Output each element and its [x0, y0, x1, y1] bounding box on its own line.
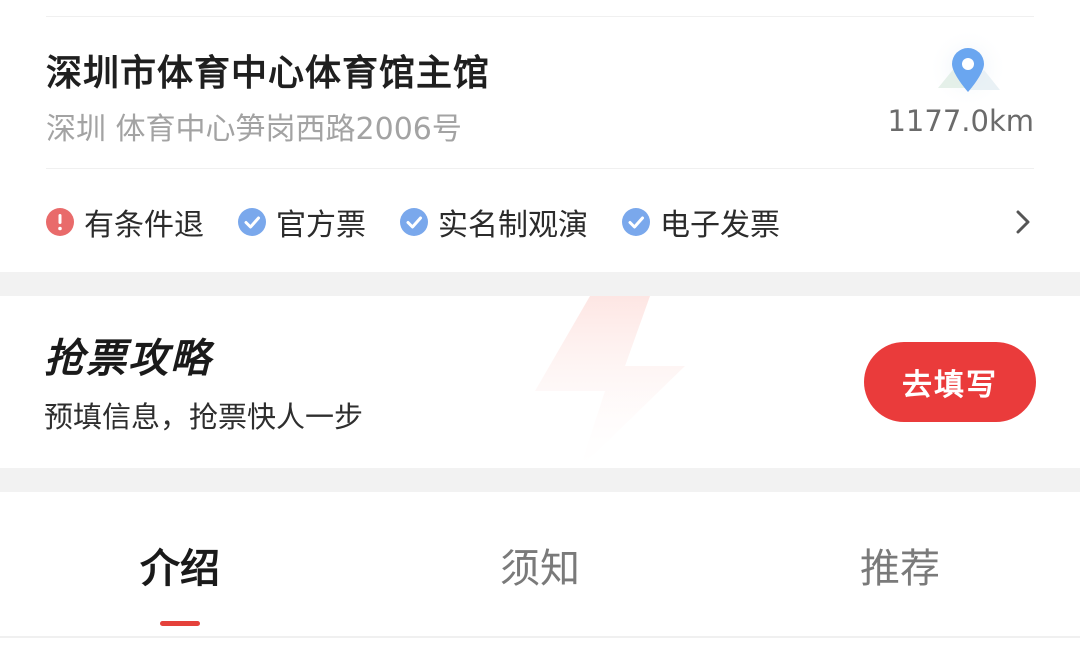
banner-subtitle: 预填信息，抢票快人一步 — [44, 400, 364, 434]
tag-real-name: 实名制观演 — [400, 200, 588, 244]
section-gap — [0, 468, 1080, 492]
tag-label: 官方票 — [276, 208, 366, 243]
chevron-right-icon[interactable] — [1012, 206, 1036, 238]
tag-label: 有条件退 — [84, 208, 204, 243]
venue-address: 深圳 体育中心笋岗西路2006号 — [46, 112, 462, 147]
tab-recommend[interactable]: 推荐 — [800, 536, 1000, 594]
fill-in-button[interactable]: 去填写 — [864, 342, 1036, 422]
tag-label: 电子发票 — [660, 208, 780, 243]
detail-tabs: 介绍 须知 推荐 — [0, 492, 1080, 636]
tab-intro[interactable]: 介绍 — [80, 536, 280, 594]
venue-name: 深圳市体育中心体育馆主馆 — [46, 53, 491, 94]
tag-label: 实名制观演 — [438, 208, 588, 243]
venue-section[interactable]: 深圳市体育中心体育馆主馆 深圳 体育中心笋岗西路2006号 1177.0km 有… — [0, 0, 1080, 272]
ticket-strategy-banner: 抢票攻略 预填信息，抢票快人一步 去填写 — [0, 296, 1080, 468]
check-icon — [622, 208, 650, 236]
banner-title: 抢票攻略 — [44, 336, 212, 382]
exclamation-icon — [46, 208, 74, 236]
section-gap — [0, 272, 1080, 296]
divider — [0, 636, 1080, 638]
check-icon — [238, 208, 266, 236]
lightning-bolt-icon — [535, 296, 685, 468]
active-tab-indicator — [160, 621, 200, 626]
map-pin-icon[interactable] — [926, 26, 1010, 110]
service-tags[interactable]: 有条件退 官方票 实名制观演 电子发票 — [46, 198, 814, 246]
tab-notice[interactable]: 须知 — [440, 536, 640, 594]
divider — [46, 16, 1034, 17]
check-icon — [400, 208, 428, 236]
distance-label: 1177.0km — [887, 104, 1034, 138]
tag-conditional-refund: 有条件退 — [46, 200, 204, 244]
tag-e-invoice: 电子发票 — [622, 200, 780, 244]
divider — [46, 168, 1034, 169]
ticket-detail-page: 深圳市体育中心体育馆主馆 深圳 体育中心笋岗西路2006号 1177.0km 有… — [0, 0, 1080, 669]
tag-official-ticket: 官方票 — [238, 200, 366, 244]
